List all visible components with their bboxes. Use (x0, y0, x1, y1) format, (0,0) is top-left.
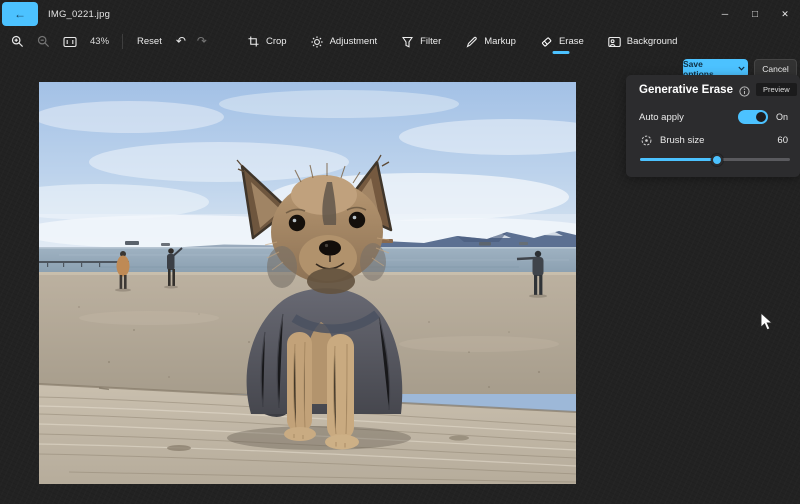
tab-label: Background (626, 36, 678, 47)
preview-badge: Preview (755, 83, 797, 96)
tab-adjustment[interactable]: Adjustment (305, 28, 383, 55)
background-icon (607, 34, 622, 49)
auto-apply-label: Auto apply (639, 111, 684, 123)
editor-toolbar: 43% Reset ↶ ↷ Crop Adjustment Filter Mar… (0, 28, 800, 79)
panel-title: Generative Erase (639, 83, 733, 96)
filter-icon (400, 34, 415, 49)
cancel-label: Cancel (762, 63, 789, 74)
back-arrow-icon: ← (14, 7, 26, 21)
tab-crop[interactable]: Crop (241, 28, 292, 55)
chevron-down-icon (735, 61, 748, 76)
auto-apply-row: Auto apply On (639, 109, 790, 125)
reset-button[interactable]: Reset (134, 36, 165, 47)
tab-label: Erase (558, 36, 584, 47)
erase-icon (539, 34, 554, 49)
brush-size-slider[interactable] (640, 152, 790, 166)
edit-mode-tabs: Crop Adjustment Filter Markup Erase Back… (241, 28, 682, 55)
close-button[interactable]: ✕ (770, 0, 800, 28)
titlebar: ← IMG_0221.jpg ─ □ ✕ (0, 0, 800, 28)
markup-icon (464, 34, 479, 49)
filename-label: IMG_0221.jpg (48, 8, 111, 20)
brush-size-row: Brush size 60 (639, 133, 788, 147)
mouse-cursor (760, 311, 774, 336)
generative-erase-panel: Generative Erase Preview Auto apply On B… (626, 75, 800, 177)
tab-label: Markup (484, 36, 516, 47)
minimize-icon: ─ (721, 9, 729, 19)
photos-app-window: ← IMG_0221.jpg ─ □ ✕ 43% Reset ↶ ↷ Crop … (0, 0, 800, 504)
maximize-button[interactable]: □ (740, 0, 770, 28)
window-controls: ─ □ ✕ (710, 0, 800, 28)
back-button[interactable]: ← (2, 2, 38, 26)
zoom-in-icon[interactable] (10, 34, 25, 49)
brush-slider-thumb[interactable] (710, 153, 723, 166)
toggle-knob (756, 112, 766, 122)
auto-apply-state: On (776, 112, 789, 122)
brush-size-label: Brush size (660, 134, 705, 146)
adjustment-icon (310, 34, 325, 49)
crop-icon (246, 34, 261, 49)
tab-erase[interactable]: Erase (534, 28, 589, 55)
fit-to-window-icon[interactable] (62, 34, 77, 49)
beach-dog-photo (39, 82, 576, 484)
brush-size-icon (639, 133, 654, 148)
zoom-level-label: 43% (90, 36, 110, 47)
zoom-out-icon[interactable] (36, 34, 51, 49)
tab-label: Filter (420, 36, 442, 47)
maximize-icon: □ (751, 8, 759, 20)
zoom-tools-group: 43% Reset ↶ ↷ (10, 28, 207, 55)
toolbar-divider (122, 34, 124, 49)
brush-slider-fill (640, 158, 717, 161)
tab-label: Adjustment (329, 36, 378, 47)
close-icon: ✕ (781, 8, 789, 19)
tab-label: Crop (266, 36, 287, 47)
minimize-button[interactable]: ─ (710, 0, 740, 28)
brush-size-value: 60 (777, 134, 788, 146)
info-icon[interactable] (739, 84, 750, 97)
undo-icon[interactable]: ↶ (176, 34, 186, 49)
auto-apply-toggle[interactable] (738, 110, 768, 124)
redo-icon[interactable]: ↷ (197, 34, 207, 49)
photo-canvas[interactable] (39, 82, 576, 484)
tab-markup[interactable]: Markup (459, 28, 521, 55)
tab-filter[interactable]: Filter (395, 28, 446, 55)
tab-background[interactable]: Background (602, 28, 683, 55)
